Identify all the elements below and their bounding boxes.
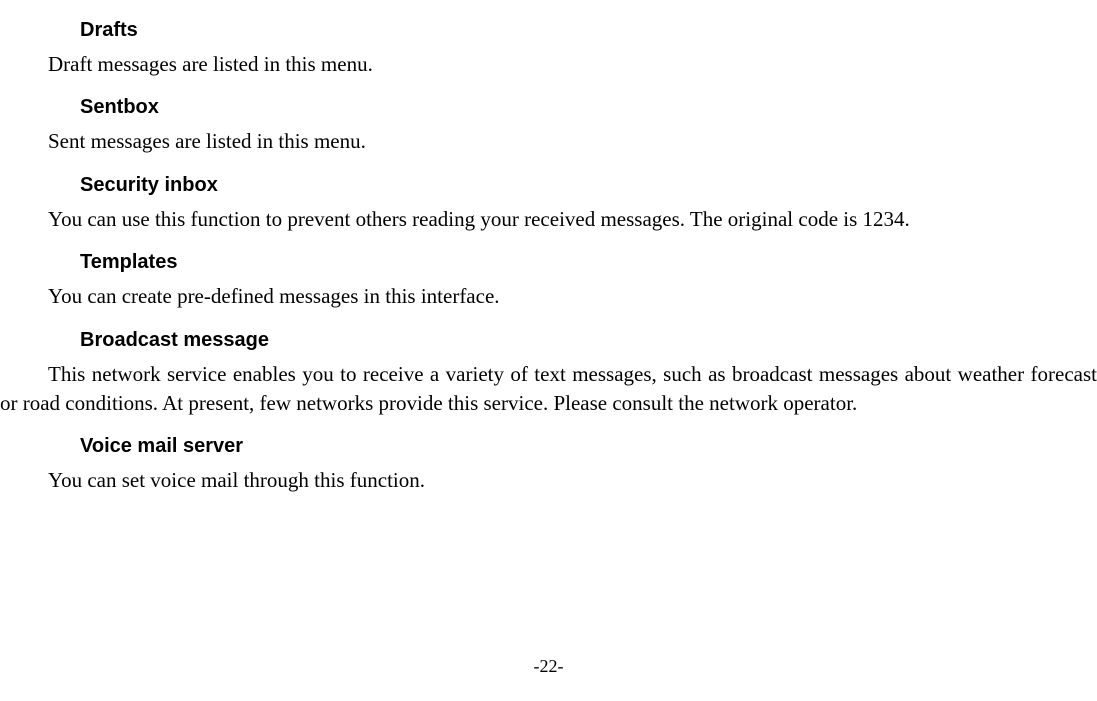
- body-templates: You can create pre-defined messages in t…: [48, 282, 1097, 311]
- body-drafts: Draft messages are listed in this menu.: [48, 50, 1097, 79]
- body-broadcast-message: This network service enables you to rece…: [0, 360, 1097, 419]
- heading-templates: Templates: [80, 248, 1097, 276]
- heading-sentbox: Sentbox: [80, 93, 1097, 121]
- body-voice-mail-server: You can set voice mail through this func…: [48, 466, 1097, 495]
- heading-voice-mail-server: Voice mail server: [80, 432, 1097, 460]
- document-page: Drafts Draft messages are listed in this…: [0, 0, 1097, 496]
- heading-broadcast-message: Broadcast message: [80, 326, 1097, 354]
- body-security-inbox: You can use this function to prevent oth…: [48, 205, 1097, 234]
- page-number: -22-: [0, 654, 1097, 679]
- heading-drafts: Drafts: [80, 16, 1097, 44]
- body-sentbox: Sent messages are listed in this menu.: [48, 127, 1097, 156]
- heading-security-inbox: Security inbox: [80, 171, 1097, 199]
